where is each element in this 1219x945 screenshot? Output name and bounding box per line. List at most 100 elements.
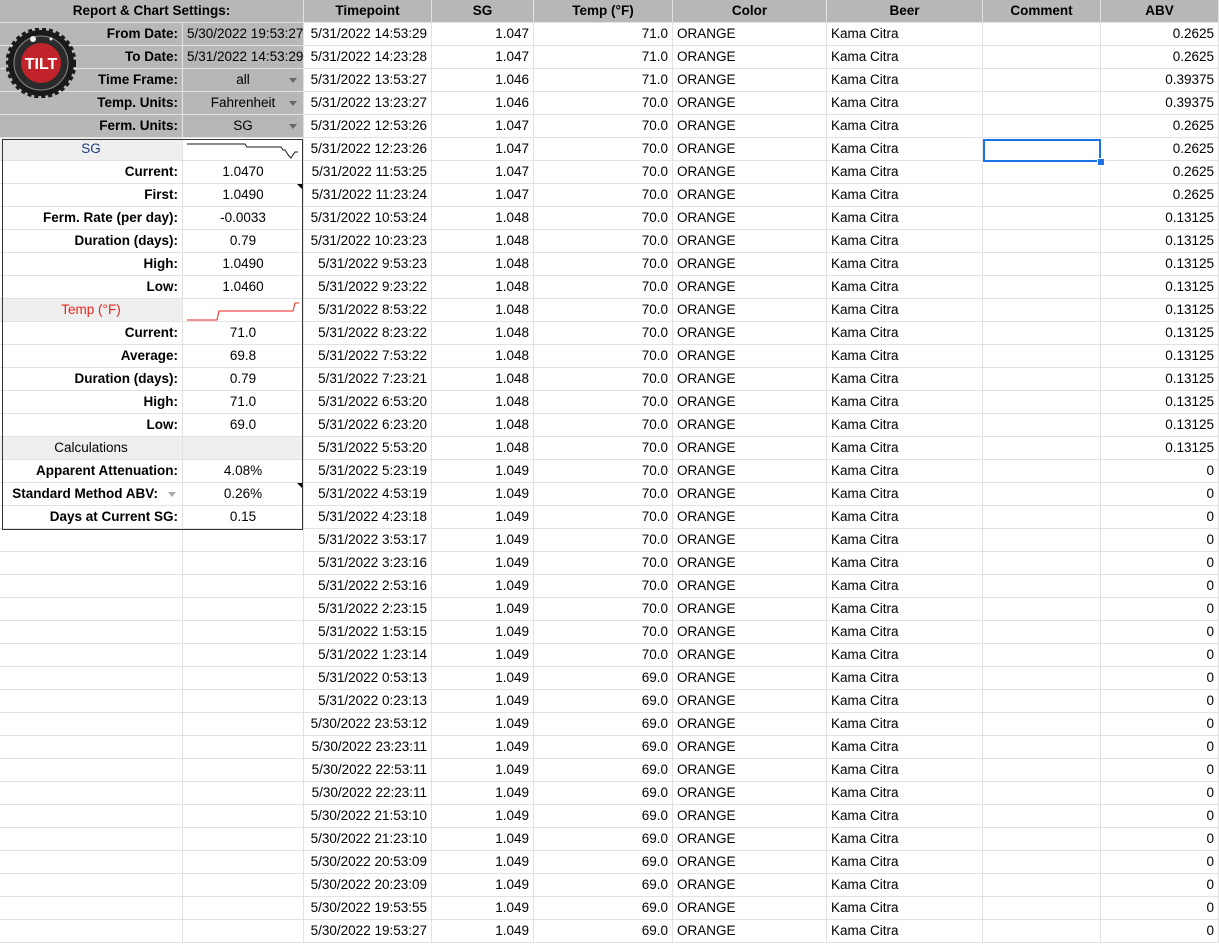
dropdown-arrow-icon[interactable]	[289, 101, 297, 106]
table-cell-sg[interactable]: 1.049	[432, 851, 534, 874]
table-cell-timepoint[interactable]: 5/31/2022 14:53:29	[304, 23, 432, 46]
table-cell-beer[interactable]: Kama Citra	[827, 92, 983, 115]
table-cell-abv[interactable]: 0	[1101, 851, 1219, 874]
table-cell-abv[interactable]: 0	[1101, 690, 1219, 713]
table-cell-beer[interactable]: Kama Citra	[827, 759, 983, 782]
table-cell-abv[interactable]: 0.39375	[1101, 92, 1219, 115]
table-cell-beer[interactable]: Kama Citra	[827, 644, 983, 667]
table-cell-temp[interactable]: 70.0	[534, 506, 673, 529]
table-cell-abv[interactable]: 0	[1101, 920, 1219, 943]
table-cell-color[interactable]: ORANGE	[673, 690, 827, 713]
table-cell-timepoint[interactable]: 5/31/2022 7:53:22	[304, 345, 432, 368]
table-cell-timepoint[interactable]: 5/30/2022 19:53:27	[304, 920, 432, 943]
table-cell-color[interactable]: ORANGE	[673, 598, 827, 621]
table-cell-timepoint[interactable]: 5/31/2022 11:53:25	[304, 161, 432, 184]
table-cell-abv[interactable]: 0.2625	[1101, 161, 1219, 184]
fill-handle[interactable]	[1097, 158, 1105, 166]
table-cell-comment[interactable]	[983, 644, 1101, 667]
table-cell-sg[interactable]: 1.049	[432, 759, 534, 782]
table-cell-abv[interactable]: 0	[1101, 667, 1219, 690]
table-cell-abv[interactable]: 0	[1101, 828, 1219, 851]
table-cell-sg[interactable]: 1.049	[432, 690, 534, 713]
table-cell-color[interactable]: ORANGE	[673, 230, 827, 253]
table-cell-abv[interactable]: 0.2625	[1101, 46, 1219, 69]
table-cell-comment[interactable]	[983, 713, 1101, 736]
table-cell-color[interactable]: ORANGE	[673, 713, 827, 736]
table-cell-abv[interactable]: 0	[1101, 575, 1219, 598]
table-cell-sg[interactable]: 1.049	[432, 529, 534, 552]
table-cell-comment[interactable]	[983, 920, 1101, 943]
table-cell-comment[interactable]	[983, 368, 1101, 391]
table-cell-sg[interactable]: 1.048	[432, 207, 534, 230]
table-cell-comment[interactable]	[983, 851, 1101, 874]
table-cell-timepoint[interactable]: 5/31/2022 12:23:26	[304, 138, 432, 161]
column-header-comment[interactable]: Comment	[983, 0, 1101, 23]
ferm-units-value[interactable]: SG	[183, 115, 304, 138]
empty-cell[interactable]	[183, 805, 304, 828]
empty-cell[interactable]	[0, 713, 183, 736]
empty-cell[interactable]	[0, 782, 183, 805]
table-cell-sg[interactable]: 1.049	[432, 805, 534, 828]
table-cell-comment[interactable]	[983, 23, 1101, 46]
table-cell-timepoint[interactable]: 5/31/2022 13:23:27	[304, 92, 432, 115]
table-cell-abv[interactable]: 0.13125	[1101, 253, 1219, 276]
table-cell-sg[interactable]: 1.047	[432, 138, 534, 161]
table-cell-temp[interactable]: 70.0	[534, 230, 673, 253]
table-cell-beer[interactable]: Kama Citra	[827, 621, 983, 644]
table-cell-abv[interactable]: 0.13125	[1101, 276, 1219, 299]
table-cell-comment[interactable]	[983, 161, 1101, 184]
table-cell-abv[interactable]: 0.2625	[1101, 23, 1219, 46]
table-cell-color[interactable]: ORANGE	[673, 322, 827, 345]
table-cell-color[interactable]: ORANGE	[673, 207, 827, 230]
table-cell-beer[interactable]: Kama Citra	[827, 184, 983, 207]
table-cell-temp[interactable]: 71.0	[534, 46, 673, 69]
table-cell-sg[interactable]: 1.049	[432, 782, 534, 805]
table-cell-beer[interactable]: Kama Citra	[827, 322, 983, 345]
table-cell-abv[interactable]: 0	[1101, 759, 1219, 782]
table-cell-timepoint[interactable]: 5/31/2022 4:23:18	[304, 506, 432, 529]
table-cell-temp[interactable]: 70.0	[534, 529, 673, 552]
table-cell-sg[interactable]: 1.049	[432, 713, 534, 736]
table-cell-sg[interactable]: 1.049	[432, 506, 534, 529]
table-cell-timepoint[interactable]: 5/30/2022 22:23:11	[304, 782, 432, 805]
empty-cell[interactable]	[183, 874, 304, 897]
table-cell-beer[interactable]: Kama Citra	[827, 667, 983, 690]
table-cell-abv[interactable]: 0	[1101, 897, 1219, 920]
table-cell-timepoint[interactable]: 5/31/2022 11:23:24	[304, 184, 432, 207]
empty-cell[interactable]	[183, 736, 304, 759]
table-cell-beer[interactable]: Kama Citra	[827, 460, 983, 483]
table-cell-temp[interactable]: 70.0	[534, 161, 673, 184]
table-cell-abv[interactable]: 0	[1101, 644, 1219, 667]
empty-cell[interactable]	[0, 575, 183, 598]
empty-cell[interactable]	[183, 920, 304, 943]
table-cell-comment[interactable]	[983, 874, 1101, 897]
table-cell-timepoint[interactable]: 5/30/2022 23:53:12	[304, 713, 432, 736]
table-cell-temp[interactable]: 70.0	[534, 345, 673, 368]
table-cell-timepoint[interactable]: 5/31/2022 8:53:22	[304, 299, 432, 322]
table-cell-timepoint[interactable]: 5/31/2022 9:53:23	[304, 253, 432, 276]
table-cell-timepoint[interactable]: 5/31/2022 7:23:21	[304, 368, 432, 391]
table-cell-beer[interactable]: Kama Citra	[827, 115, 983, 138]
table-cell-timepoint[interactable]: 5/31/2022 5:23:19	[304, 460, 432, 483]
table-cell-sg[interactable]: 1.049	[432, 667, 534, 690]
table-cell-temp[interactable]: 69.0	[534, 782, 673, 805]
table-cell-beer[interactable]: Kama Citra	[827, 230, 983, 253]
table-cell-temp[interactable]: 71.0	[534, 23, 673, 46]
empty-cell[interactable]	[183, 575, 304, 598]
table-cell-temp[interactable]: 70.0	[534, 391, 673, 414]
table-cell-timepoint[interactable]: 5/31/2022 1:53:15	[304, 621, 432, 644]
table-cell-temp[interactable]: 69.0	[534, 874, 673, 897]
table-cell-temp[interactable]: 69.0	[534, 713, 673, 736]
table-cell-timepoint[interactable]: 5/31/2022 0:23:13	[304, 690, 432, 713]
dropdown-arrow-icon[interactable]	[289, 124, 297, 129]
table-cell-comment[interactable]	[983, 345, 1101, 368]
table-cell-beer[interactable]: Kama Citra	[827, 414, 983, 437]
table-cell-timepoint[interactable]: 5/31/2022 3:53:17	[304, 529, 432, 552]
empty-cell[interactable]	[183, 598, 304, 621]
table-cell-beer[interactable]: Kama Citra	[827, 299, 983, 322]
table-cell-comment[interactable]	[983, 805, 1101, 828]
table-cell-color[interactable]: ORANGE	[673, 92, 827, 115]
table-cell-color[interactable]: ORANGE	[673, 736, 827, 759]
table-cell-color[interactable]: ORANGE	[673, 920, 827, 943]
table-cell-abv[interactable]: 0.39375	[1101, 69, 1219, 92]
